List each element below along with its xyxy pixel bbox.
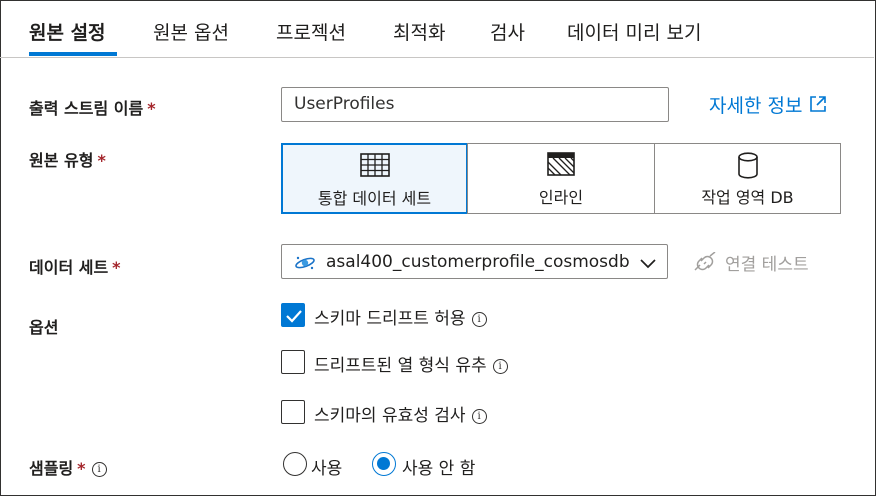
sampling-enable-label: 사용: [311, 459, 343, 479]
source-type-integration-dataset[interactable]: 통합 데이터 세트: [281, 143, 468, 214]
tab-inspect[interactable]: 검사: [490, 18, 525, 45]
output-stream-label-text: 출력 스트림 이름: [29, 99, 144, 118]
infer-drifted-types-text: 드리프트된 열 형식 유추: [314, 356, 487, 376]
tab-source-settings[interactable]: 원본 설정: [29, 18, 106, 45]
tab-optimize[interactable]: 최적화: [393, 18, 445, 45]
allow-schema-drift-text: 스키마 드리프트 허용: [314, 309, 466, 329]
validate-schema-checkbox[interactable]: [281, 400, 305, 424]
source-type-workspace-db[interactable]: 작업 영역 DB: [654, 143, 841, 214]
infer-drifted-types-checkbox[interactable]: [281, 350, 305, 374]
options-label: 옵션: [29, 318, 59, 337]
plug-connection-icon: [691, 250, 719, 279]
sampling-label-text: 샘플링: [29, 459, 74, 478]
dataset-label: 데이터 세트 *: [29, 254, 121, 278]
dataset-label-text: 데이터 세트: [29, 258, 109, 277]
allow-schema-drift-label: 스키마 드리프트 허용 i: [314, 304, 487, 329]
table-grid-icon: [359, 153, 390, 181]
seg-label: 작업 영역 DB: [701, 188, 794, 207]
inline-hatched-icon: [547, 152, 575, 180]
cosmos-db-icon: [294, 254, 316, 276]
output-stream-input[interactable]: UserProfiles: [281, 87, 669, 122]
info-icon[interactable]: i: [91, 462, 107, 477]
info-icon[interactable]: i: [471, 408, 487, 424]
sampling-label: 샘플링 * i: [29, 455, 107, 479]
info-icon[interactable]: i: [471, 311, 487, 327]
learn-more-link[interactable]: 자세한 정보: [709, 91, 828, 119]
chevron-down-icon: [639, 255, 657, 274]
learn-more-label: 자세한 정보: [709, 95, 803, 117]
source-type-label: 원본 유형 *: [29, 147, 106, 171]
infer-drifted-types-label: 드리프트된 열 형식 유추 i: [314, 351, 508, 376]
test-connection-button[interactable]: 연결 테스트: [691, 250, 809, 279]
database-cylinder-icon: [737, 152, 759, 184]
info-icon[interactable]: i: [492, 358, 508, 374]
test-connection-label: 연결 테스트: [725, 255, 809, 275]
validate-schema-label: 스키마의 유효성 검사 i: [314, 401, 487, 426]
required-mark: *: [97, 151, 106, 170]
seg-label: 인라인: [538, 188, 584, 207]
tab-bar: 원본 설정 원본 옵션 프로젝션 최적화 검사 데이터 미리 보기: [0, 0, 874, 58]
dataset-value: asal400_customerprofile_cosmosdb: [326, 252, 630, 272]
required-mark: *: [77, 459, 86, 478]
required-mark: *: [112, 258, 121, 277]
active-tab-indicator: [29, 52, 117, 56]
required-mark: *: [147, 99, 156, 118]
sampling-disable-radio[interactable]: [372, 452, 396, 476]
sampling-enable-radio[interactable]: [283, 452, 307, 476]
tab-projection[interactable]: 프로젝션: [276, 18, 346, 45]
validate-schema-text: 스키마의 유효성 검사: [314, 406, 466, 426]
external-link-icon: [808, 94, 828, 119]
tab-source-options[interactable]: 원본 옵션: [153, 18, 229, 45]
source-type-label-text: 원본 유형: [29, 151, 94, 170]
output-stream-label: 출력 스트림 이름 *: [29, 95, 156, 119]
sampling-disable-label: 사용 안 함: [402, 459, 476, 479]
allow-schema-drift-checkbox[interactable]: [281, 303, 305, 327]
checkmark-icon: [286, 310, 302, 323]
source-type-inline[interactable]: 인라인: [467, 143, 655, 214]
dataset-dropdown[interactable]: asal400_customerprofile_cosmosdb: [281, 244, 668, 279]
tab-data-preview[interactable]: 데이터 미리 보기: [567, 18, 701, 45]
seg-label: 통합 데이터 세트: [317, 189, 432, 208]
